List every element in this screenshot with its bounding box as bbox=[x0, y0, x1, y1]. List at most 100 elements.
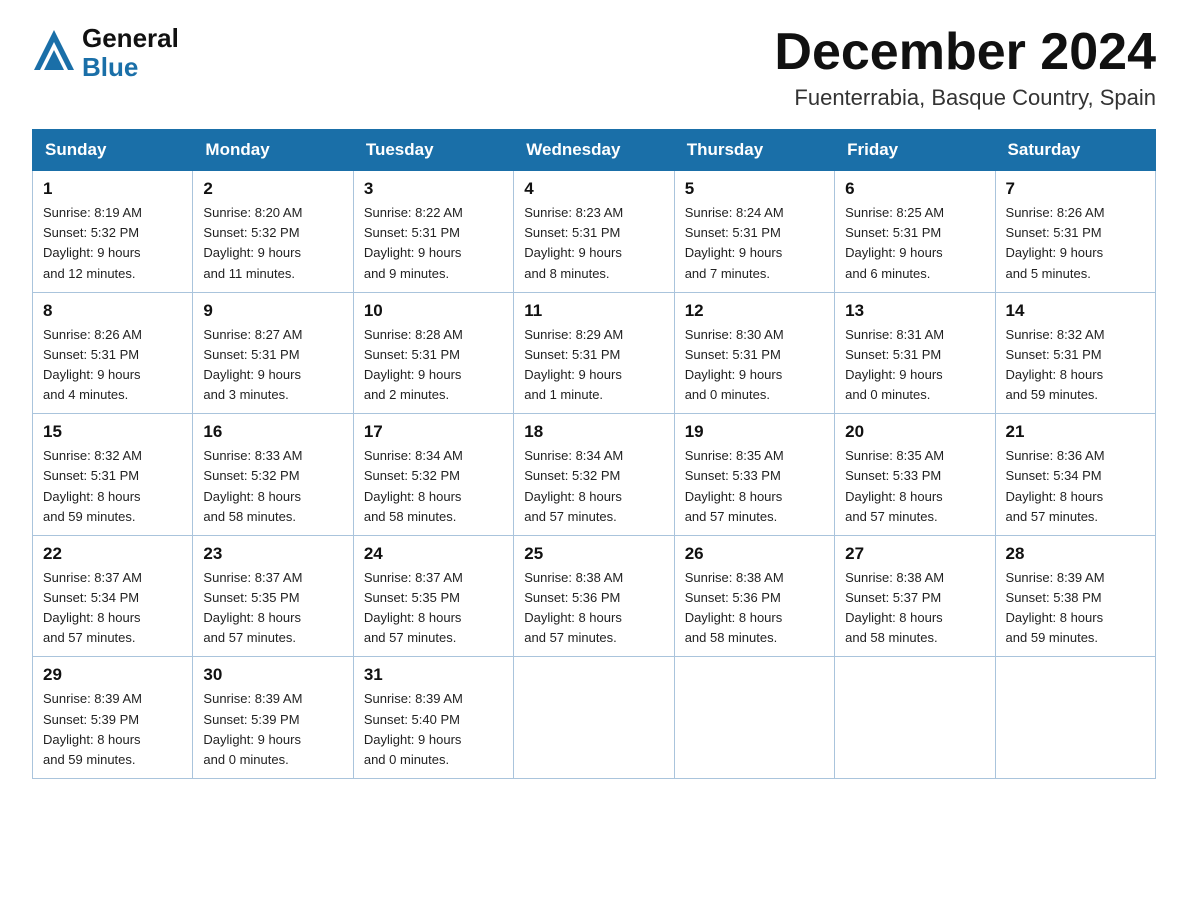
day-info: Sunrise: 8:28 AM Sunset: 5:31 PM Dayligh… bbox=[364, 325, 503, 406]
day-info: Sunrise: 8:39 AM Sunset: 5:39 PM Dayligh… bbox=[43, 689, 182, 770]
day-info: Sunrise: 8:38 AM Sunset: 5:36 PM Dayligh… bbox=[685, 568, 824, 649]
calendar-week-row: 8 Sunrise: 8:26 AM Sunset: 5:31 PM Daylig… bbox=[33, 292, 1156, 414]
day-number: 7 bbox=[1006, 179, 1145, 199]
day-info: Sunrise: 8:37 AM Sunset: 5:34 PM Dayligh… bbox=[43, 568, 182, 649]
day-info: Sunrise: 8:34 AM Sunset: 5:32 PM Dayligh… bbox=[524, 446, 663, 527]
day-info: Sunrise: 8:35 AM Sunset: 5:33 PM Dayligh… bbox=[685, 446, 824, 527]
day-number: 25 bbox=[524, 544, 663, 564]
day-number: 11 bbox=[524, 301, 663, 321]
day-number: 10 bbox=[364, 301, 503, 321]
logo-blue-text: Blue bbox=[82, 53, 179, 82]
day-info: Sunrise: 8:36 AM Sunset: 5:34 PM Dayligh… bbox=[1006, 446, 1145, 527]
calendar-day-cell: 11 Sunrise: 8:29 AM Sunset: 5:31 PM Dayli… bbox=[514, 292, 674, 414]
day-number: 28 bbox=[1006, 544, 1145, 564]
day-number: 30 bbox=[203, 665, 342, 685]
calendar-day-cell: 27 Sunrise: 8:38 AM Sunset: 5:37 PM Dayli… bbox=[835, 535, 995, 657]
day-number: 26 bbox=[685, 544, 824, 564]
day-info: Sunrise: 8:25 AM Sunset: 5:31 PM Dayligh… bbox=[845, 203, 984, 284]
day-info: Sunrise: 8:39 AM Sunset: 5:40 PM Dayligh… bbox=[364, 689, 503, 770]
day-number: 9 bbox=[203, 301, 342, 321]
calendar-day-cell: 16 Sunrise: 8:33 AM Sunset: 5:32 PM Dayli… bbox=[193, 414, 353, 536]
day-number: 31 bbox=[364, 665, 503, 685]
calendar-week-row: 29 Sunrise: 8:39 AM Sunset: 5:39 PM Dayli… bbox=[33, 657, 1156, 779]
day-number: 2 bbox=[203, 179, 342, 199]
day-number: 14 bbox=[1006, 301, 1145, 321]
logo-general-text: General bbox=[82, 24, 179, 53]
calendar-day-cell: 10 Sunrise: 8:28 AM Sunset: 5:31 PM Dayli… bbox=[353, 292, 513, 414]
calendar-day-cell: 9 Sunrise: 8:27 AM Sunset: 5:31 PM Daylig… bbox=[193, 292, 353, 414]
calendar-day-cell: 12 Sunrise: 8:30 AM Sunset: 5:31 PM Dayli… bbox=[674, 292, 834, 414]
day-number: 8 bbox=[43, 301, 182, 321]
day-info: Sunrise: 8:30 AM Sunset: 5:31 PM Dayligh… bbox=[685, 325, 824, 406]
calendar-day-cell: 14 Sunrise: 8:32 AM Sunset: 5:31 PM Dayli… bbox=[995, 292, 1155, 414]
calendar-day-cell: 1 Sunrise: 8:19 AM Sunset: 5:32 PM Daylig… bbox=[33, 171, 193, 293]
header-thursday: Thursday bbox=[674, 130, 834, 171]
day-info: Sunrise: 8:27 AM Sunset: 5:31 PM Dayligh… bbox=[203, 325, 342, 406]
calendar-day-cell: 30 Sunrise: 8:39 AM Sunset: 5:39 PM Dayli… bbox=[193, 657, 353, 779]
calendar-day-cell: 31 Sunrise: 8:39 AM Sunset: 5:40 PM Dayli… bbox=[353, 657, 513, 779]
calendar-empty-cell bbox=[995, 657, 1155, 779]
day-info: Sunrise: 8:33 AM Sunset: 5:32 PM Dayligh… bbox=[203, 446, 342, 527]
logo-icon bbox=[32, 26, 76, 79]
day-info: Sunrise: 8:34 AM Sunset: 5:32 PM Dayligh… bbox=[364, 446, 503, 527]
day-number: 21 bbox=[1006, 422, 1145, 442]
day-number: 19 bbox=[685, 422, 824, 442]
calendar-day-cell: 8 Sunrise: 8:26 AM Sunset: 5:31 PM Daylig… bbox=[33, 292, 193, 414]
day-info: Sunrise: 8:35 AM Sunset: 5:33 PM Dayligh… bbox=[845, 446, 984, 527]
day-info: Sunrise: 8:38 AM Sunset: 5:37 PM Dayligh… bbox=[845, 568, 984, 649]
calendar-day-cell: 4Sunrise: 8:23 AM Sunset: 5:31 PM Daylig… bbox=[514, 171, 674, 293]
header-monday: Monday bbox=[193, 130, 353, 171]
calendar-day-cell: 18 Sunrise: 8:34 AM Sunset: 5:32 PM Dayli… bbox=[514, 414, 674, 536]
day-number: 20 bbox=[845, 422, 984, 442]
calendar-day-cell: 19 Sunrise: 8:35 AM Sunset: 5:33 PM Dayli… bbox=[674, 414, 834, 536]
day-number: 23 bbox=[203, 544, 342, 564]
day-number: 13 bbox=[845, 301, 984, 321]
day-info: Sunrise: 8:19 AM Sunset: 5:32 PM Dayligh… bbox=[43, 203, 182, 284]
page-header: General Blue December 2024 Fuenterrabia,… bbox=[32, 24, 1156, 111]
day-number: 29 bbox=[43, 665, 182, 685]
calendar-day-cell: 2 Sunrise: 8:20 AM Sunset: 5:32 PM Daylig… bbox=[193, 171, 353, 293]
month-title: December 2024 bbox=[774, 24, 1156, 81]
calendar-day-cell: 28Sunrise: 8:39 AM Sunset: 5:38 PM Dayli… bbox=[995, 535, 1155, 657]
header-wednesday: Wednesday bbox=[514, 130, 674, 171]
calendar-day-cell: 17 Sunrise: 8:34 AM Sunset: 5:32 PM Dayli… bbox=[353, 414, 513, 536]
day-number: 3 bbox=[364, 179, 503, 199]
day-number: 18 bbox=[524, 422, 663, 442]
calendar-day-cell: 26 Sunrise: 8:38 AM Sunset: 5:36 PM Dayli… bbox=[674, 535, 834, 657]
calendar-day-cell: 3 Sunrise: 8:22 AM Sunset: 5:31 PM Daylig… bbox=[353, 171, 513, 293]
day-number: 4 bbox=[524, 179, 663, 199]
day-info: Sunrise: 8:20 AM Sunset: 5:32 PM Dayligh… bbox=[203, 203, 342, 284]
calendar-day-cell: 6Sunrise: 8:25 AM Sunset: 5:31 PM Daylig… bbox=[835, 171, 995, 293]
day-info: Sunrise: 8:24 AM Sunset: 5:31 PM Dayligh… bbox=[685, 203, 824, 284]
day-number: 16 bbox=[203, 422, 342, 442]
day-info: Sunrise: 8:37 AM Sunset: 5:35 PM Dayligh… bbox=[364, 568, 503, 649]
calendar-empty-cell bbox=[674, 657, 834, 779]
header-friday: Friday bbox=[835, 130, 995, 171]
day-info: Sunrise: 8:38 AM Sunset: 5:36 PM Dayligh… bbox=[524, 568, 663, 649]
day-info: Sunrise: 8:26 AM Sunset: 5:31 PM Dayligh… bbox=[43, 325, 182, 406]
calendar-day-cell: 13Sunrise: 8:31 AM Sunset: 5:31 PM Dayli… bbox=[835, 292, 995, 414]
day-number: 24 bbox=[364, 544, 503, 564]
calendar-day-cell: 24 Sunrise: 8:37 AM Sunset: 5:35 PM Dayli… bbox=[353, 535, 513, 657]
day-number: 27 bbox=[845, 544, 984, 564]
title-area: December 2024 Fuenterrabia, Basque Count… bbox=[774, 24, 1156, 111]
calendar-day-cell: 22Sunrise: 8:37 AM Sunset: 5:34 PM Dayli… bbox=[33, 535, 193, 657]
header-sunday: Sunday bbox=[33, 130, 193, 171]
calendar-week-row: 1 Sunrise: 8:19 AM Sunset: 5:32 PM Daylig… bbox=[33, 171, 1156, 293]
day-info: Sunrise: 8:29 AM Sunset: 5:31 PM Dayligh… bbox=[524, 325, 663, 406]
day-number: 1 bbox=[43, 179, 182, 199]
day-number: 12 bbox=[685, 301, 824, 321]
day-info: Sunrise: 8:26 AM Sunset: 5:31 PM Dayligh… bbox=[1006, 203, 1145, 284]
day-info: Sunrise: 8:22 AM Sunset: 5:31 PM Dayligh… bbox=[364, 203, 503, 284]
day-number: 5 bbox=[685, 179, 824, 199]
day-number: 17 bbox=[364, 422, 503, 442]
calendar-week-row: 22Sunrise: 8:37 AM Sunset: 5:34 PM Dayli… bbox=[33, 535, 1156, 657]
logo: General Blue bbox=[32, 24, 179, 81]
calendar-empty-cell bbox=[835, 657, 995, 779]
day-info: Sunrise: 8:39 AM Sunset: 5:39 PM Dayligh… bbox=[203, 689, 342, 770]
day-info: Sunrise: 8:32 AM Sunset: 5:31 PM Dayligh… bbox=[1006, 325, 1145, 406]
day-info: Sunrise: 8:37 AM Sunset: 5:35 PM Dayligh… bbox=[203, 568, 342, 649]
calendar-day-cell: 5 Sunrise: 8:24 AM Sunset: 5:31 PM Daylig… bbox=[674, 171, 834, 293]
calendar-day-cell: 29 Sunrise: 8:39 AM Sunset: 5:39 PM Dayli… bbox=[33, 657, 193, 779]
calendar-day-cell: 7 Sunrise: 8:26 AM Sunset: 5:31 PM Daylig… bbox=[995, 171, 1155, 293]
